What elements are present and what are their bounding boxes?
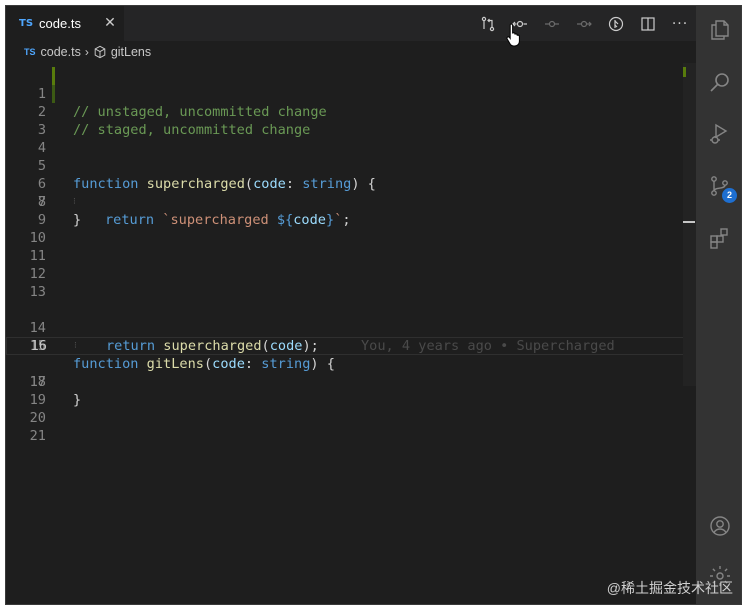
toggle-blame-icon[interactable] [600, 6, 632, 41]
watermark: @稀土掘金技术社区 [606, 580, 733, 596]
code-line: 3 [6, 103, 696, 138]
code-line: 20 [6, 409, 696, 427]
breadcrumb: TS code.ts › gitLens [6, 41, 696, 63]
breadcrumb-symbol[interactable]: gitLens [111, 45, 151, 59]
search-icon[interactable] [696, 58, 741, 106]
code-editor[interactable]: 1 // unstaged, uncommitted change 2 // s… [6, 63, 694, 604]
code-line: 17 } [6, 355, 696, 408]
source-control-icon[interactable]: 2 [696, 162, 741, 210]
line-number: 19 [29, 392, 46, 408]
close-icon[interactable]: ✕ [101, 14, 119, 32]
code-line: 15 function gitLens(code: string) { [6, 319, 696, 372]
code-line: 5 function supercharged(code: string) { [6, 139, 696, 192]
code-line: 10 [6, 229, 696, 247]
line-number: 9 [37, 212, 46, 228]
source-control-badge: 2 [722, 188, 737, 203]
typescript-file-icon: TS [19, 18, 34, 29]
line-number: 21 [29, 428, 46, 444]
account-icon[interactable] [696, 502, 741, 550]
code-line: 11 [6, 247, 696, 265]
code-line: 19 [6, 391, 696, 409]
next-commit-icon[interactable] [536, 6, 568, 41]
tab-title: code.ts [39, 16, 81, 31]
extensions-icon[interactable] [696, 214, 741, 262]
breadcrumb-file[interactable]: code.ts [41, 45, 81, 59]
line-number: 11 [29, 248, 46, 264]
gitlens-blame-annotation[interactable]: You, 4 years ago • Supercharged [361, 337, 615, 355]
code-text: return supercharged(code); [106, 338, 319, 354]
activity-bar: 2 [696, 6, 741, 604]
line-number: 13 [29, 284, 46, 300]
code-line: 9 [6, 211, 696, 229]
typescript-file-icon: TS [24, 47, 36, 57]
line-number: 16 [30, 338, 47, 354]
code-line: 6 ⁝ return `supercharged ${code}`; [6, 157, 696, 228]
code-line: 7 } [6, 175, 696, 228]
scrollbar-cursor-marker [683, 221, 695, 223]
line-number: 10 [29, 230, 46, 246]
explorer-icon[interactable] [696, 6, 741, 54]
code-line: 2 // staged, uncommitted change [6, 85, 696, 138]
vertical-scrollbar[interactable] [683, 63, 696, 386]
vscode-window: TS code.ts ✕ ··· TS code.ts › gitLens 1 … [5, 5, 742, 605]
editor-tab[interactable]: TS code.ts ✕ [6, 6, 124, 41]
line-number: 8 [37, 194, 46, 210]
more-actions-icon[interactable]: ··· [664, 6, 696, 41]
code-line: 21 [6, 427, 696, 445]
line-number: 20 [29, 410, 46, 426]
line-number: 12 [29, 266, 46, 282]
code-line: 1 // unstaged, uncommitted change [6, 67, 696, 120]
run-debug-icon[interactable] [696, 110, 741, 158]
more-actions-label: ··· [671, 15, 689, 32]
code-line: 8 [6, 193, 696, 211]
indent-guide-icon: ⁝ [74, 341, 77, 351]
code-line: 14 [6, 301, 696, 336]
breadcrumb-separator: › [84, 45, 89, 59]
tab-bar: TS code.ts ✕ ··· [6, 6, 696, 41]
code-line: 12 [6, 265, 696, 283]
symbol-method-icon [94, 45, 106, 59]
current-code-line: 16 ⁝ return supercharged(code); You, 4 y… [6, 337, 694, 355]
line-number: 18 [29, 374, 46, 390]
open-changes-icon[interactable] [472, 6, 504, 41]
code-line: 18 [6, 373, 696, 391]
forward-commit-icon[interactable] [568, 6, 600, 41]
code-line: 13 [6, 283, 696, 301]
code-line: 4 [6, 121, 696, 156]
split-editor-icon[interactable] [632, 6, 664, 41]
scrollbar-change-marker [683, 67, 686, 77]
